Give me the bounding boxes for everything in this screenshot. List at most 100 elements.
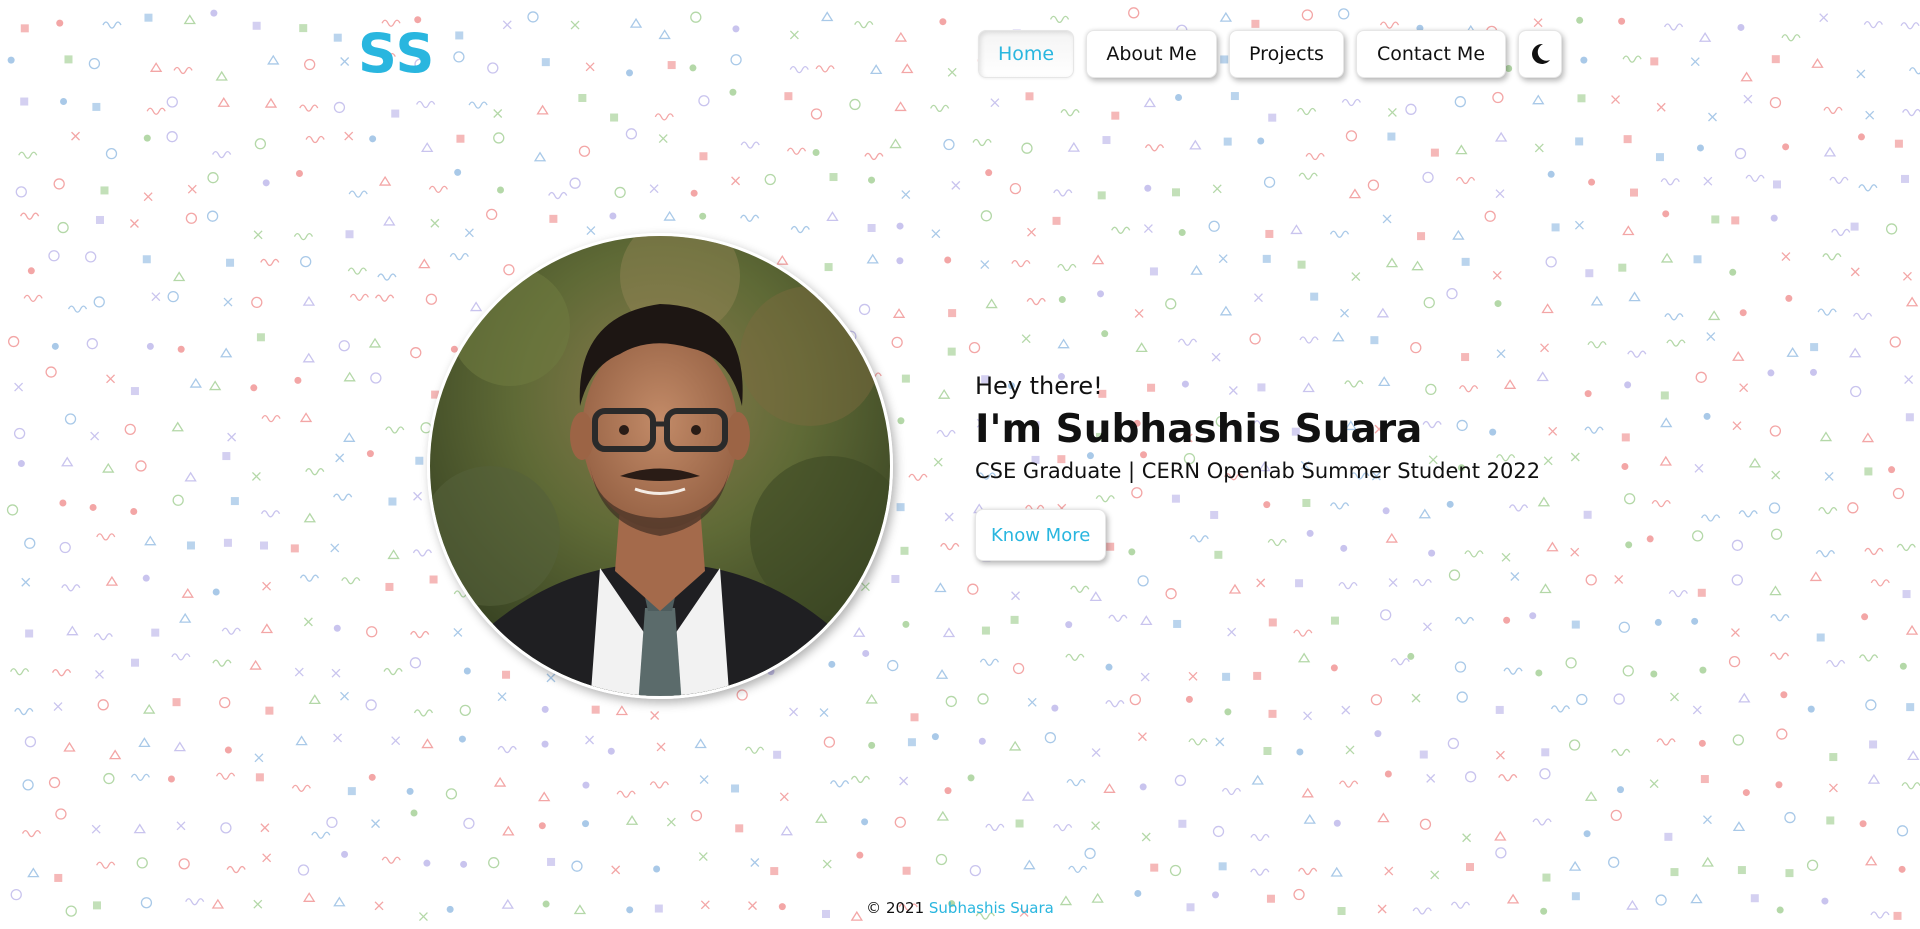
pattern-shape (1178, 229, 1186, 237)
pattern-shape (1249, 333, 1261, 345)
nav-about-button[interactable]: About Me (1086, 30, 1217, 78)
pattern-shape (1105, 700, 1125, 708)
pattern-shape (1901, 782, 1920, 790)
pattern-shape (57, 221, 69, 234)
pattern-shape (1732, 821, 1746, 832)
pattern-shape (940, 542, 960, 551)
pattern-shape (290, 544, 299, 553)
nav-contact-button[interactable]: Contact Me (1356, 30, 1506, 78)
pattern-shape (533, 151, 547, 162)
pattern-shape (1185, 695, 1193, 703)
pattern-shape (166, 96, 178, 108)
pattern-shape (1296, 748, 1304, 756)
pattern-shape (93, 633, 113, 641)
pattern-shape (261, 414, 281, 423)
pattern-shape (1097, 290, 1105, 298)
pattern-shape (1664, 832, 1673, 841)
pattern-shape (1144, 184, 1152, 192)
pattern-shape (1410, 341, 1422, 354)
pattern-shape (63, 741, 76, 752)
pattern-shape (819, 708, 829, 717)
pattern-shape (106, 374, 116, 384)
pattern-shape (731, 176, 741, 186)
pattern-shape (1253, 671, 1262, 680)
pattern-shape (1785, 294, 1793, 302)
pattern-shape (773, 750, 782, 759)
pattern-shape (1729, 268, 1737, 276)
pattern-shape (861, 818, 869, 826)
pattern-shape (27, 267, 35, 275)
pattern-shape (1852, 312, 1873, 320)
nav-projects-button[interactable]: Projects (1229, 30, 1344, 78)
pattern-shape (208, 380, 222, 391)
pattern-shape (1111, 111, 1120, 120)
pattern-shape (1818, 506, 1838, 515)
pattern-shape (1189, 139, 1202, 150)
pattern-shape (1815, 550, 1836, 558)
pattern-shape (347, 787, 356, 796)
pattern-shape (14, 382, 24, 392)
pattern-shape (824, 263, 833, 272)
pattern-shape (219, 696, 231, 709)
pattern-shape (902, 620, 910, 628)
pattern-shape (815, 813, 828, 823)
pattern-shape (1177, 338, 1198, 346)
pattern-shape (1212, 184, 1222, 194)
pattern-shape (293, 232, 314, 241)
pattern-shape (1447, 737, 1460, 750)
pattern-shape (95, 669, 104, 679)
pattern-shape (1172, 188, 1181, 197)
pattern-shape (468, 101, 488, 109)
pattern-shape (454, 168, 462, 176)
pattern-shape (1390, 658, 1410, 666)
pattern-shape (770, 867, 779, 876)
pattern-shape (1263, 176, 1276, 188)
pattern-shape (1690, 57, 1700, 67)
pattern-shape (415, 456, 424, 465)
pattern-shape (789, 30, 799, 40)
pattern-shape (20, 212, 40, 220)
pattern-shape (942, 627, 956, 638)
site-logo[interactable]: SS (358, 22, 435, 86)
pattern-shape (887, 659, 899, 672)
pattern-shape (333, 33, 342, 42)
pattern-shape (348, 190, 368, 198)
pattern-shape (252, 21, 261, 30)
pattern-shape (901, 374, 910, 383)
pattern-shape (1455, 176, 1476, 185)
pattern-shape (1254, 293, 1263, 303)
pattern-shape (1819, 431, 1833, 442)
know-more-button[interactable]: Know More (975, 509, 1107, 561)
pattern-shape (1057, 263, 1077, 272)
pattern-shape (456, 134, 465, 143)
pattern-shape (1740, 71, 1753, 82)
pattern-shape (1570, 547, 1580, 557)
pattern-shape (1769, 652, 1790, 660)
pattern-shape (172, 698, 181, 707)
pattern-shape (295, 169, 303, 177)
pattern-shape (1027, 697, 1037, 707)
pattern-shape (980, 260, 990, 270)
pattern-shape (308, 694, 321, 705)
footer-author-link[interactable]: Subhashis Suara (929, 899, 1054, 917)
pattern-shape (1422, 171, 1434, 184)
pattern-shape (578, 145, 591, 157)
nav-home-button[interactable]: Home (978, 30, 1074, 78)
pattern-shape (226, 865, 246, 874)
pattern-shape (1616, 786, 1624, 794)
pattern-shape (1026, 297, 1046, 306)
pattern-shape (1301, 9, 1314, 21)
pattern-shape (1218, 254, 1228, 264)
pattern-shape (944, 787, 952, 795)
pattern-shape (944, 512, 954, 522)
pattern-shape (968, 341, 981, 354)
pattern-shape (343, 432, 356, 442)
pattern-shape (1742, 789, 1750, 797)
theme-toggle-button[interactable] (1518, 30, 1562, 78)
pattern-shape (1091, 748, 1101, 757)
pattern-shape (1892, 487, 1905, 500)
pattern-shape (124, 423, 136, 435)
pattern-shape (611, 865, 621, 875)
pattern-shape (690, 810, 703, 822)
pattern-shape (1731, 216, 1740, 225)
